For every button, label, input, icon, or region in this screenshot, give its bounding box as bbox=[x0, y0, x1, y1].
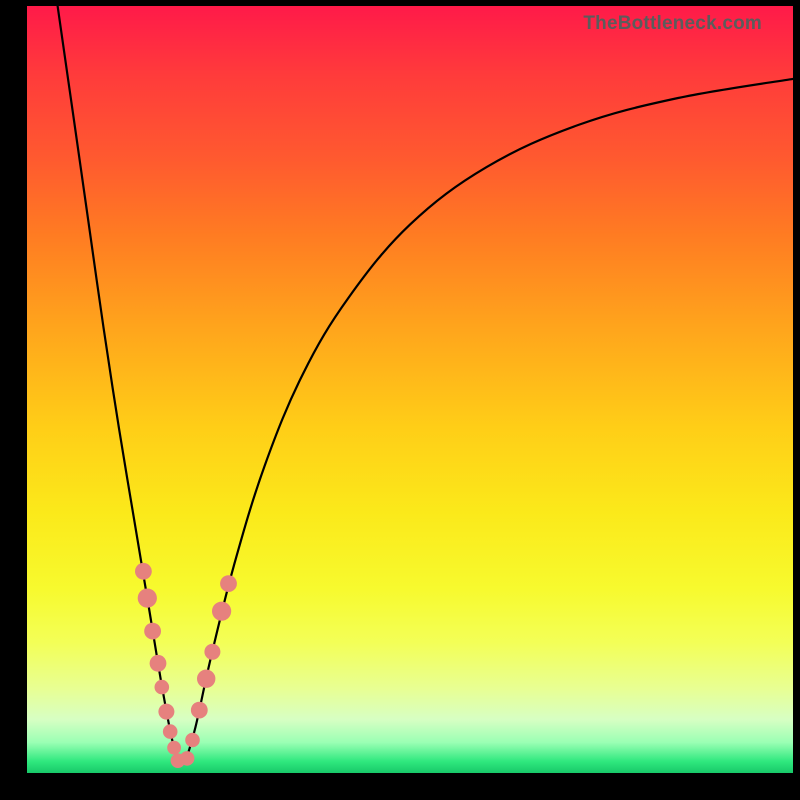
bead-marker bbox=[212, 602, 231, 621]
bead-marker bbox=[138, 589, 157, 608]
plot-area: TheBottleneck.com bbox=[27, 6, 793, 773]
chart-frame: TheBottleneck.com bbox=[0, 0, 800, 800]
curve-layer bbox=[27, 6, 793, 773]
bead-marker bbox=[185, 733, 200, 748]
bead-marker bbox=[150, 655, 167, 672]
bead-marker bbox=[144, 623, 161, 640]
bead-marker bbox=[191, 702, 208, 719]
bead-marker bbox=[220, 575, 237, 592]
bead-marker bbox=[135, 563, 152, 580]
bead-marker bbox=[167, 741, 181, 755]
bead-marker bbox=[155, 680, 170, 695]
bead-marker bbox=[158, 704, 174, 720]
bead-marker bbox=[163, 724, 178, 739]
bead-cluster bbox=[135, 563, 237, 768]
bead-marker bbox=[197, 670, 215, 688]
curve-left-branch bbox=[58, 6, 179, 764]
bead-marker bbox=[204, 644, 220, 660]
curve-right-branch bbox=[185, 79, 793, 764]
bead-marker bbox=[180, 751, 195, 766]
